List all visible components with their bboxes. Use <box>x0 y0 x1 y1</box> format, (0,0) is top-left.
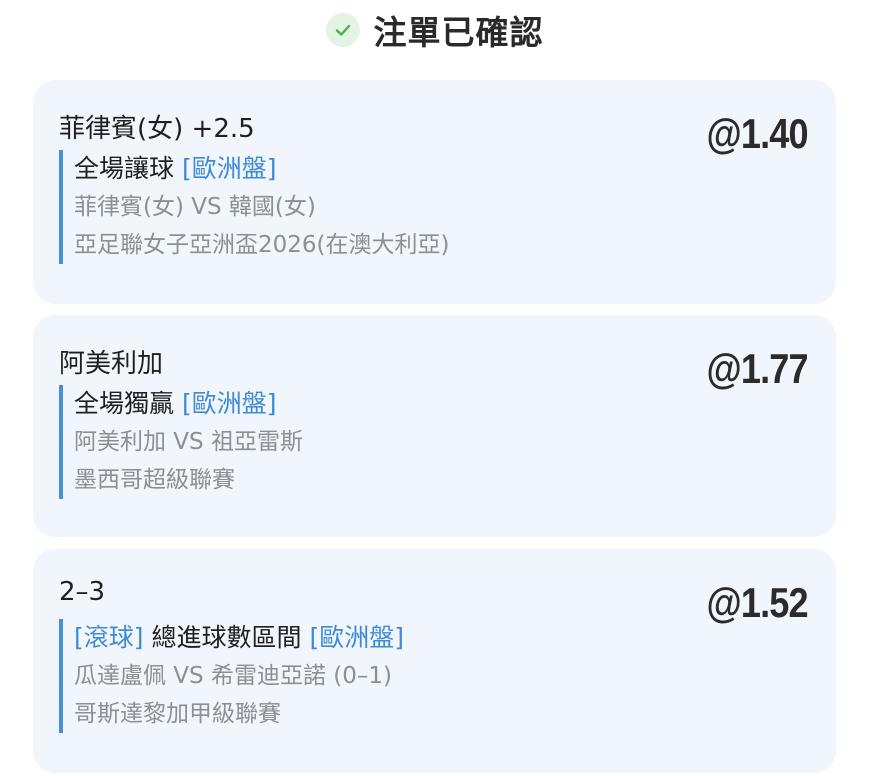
bet-market-line: 全場讓球 [歐洲盤] <box>74 150 449 188</box>
bet-match: 菲律賓(女) VS 韓國(女) <box>74 194 316 220</box>
confirmation-header: 注單已確認 <box>0 0 869 60</box>
check-circle-icon <box>325 13 360 47</box>
bet-odds: @1.40 <box>706 110 809 157</box>
bet-match: 瓜達盧佩 VS 希雷迪亞諾 (0–1) <box>74 663 392 689</box>
bet-league: 墨西哥超級聯賽 <box>74 467 235 493</box>
bet-card: 2–3 @1.52 [滾球] 總進球數區間 [歐洲盤] 瓜達盧佩 VS 希雷迪亞… <box>33 549 836 773</box>
bet-selection: 阿美利加 <box>59 349 164 379</box>
odds-type-tag: [歐洲盤] <box>309 623 404 652</box>
bet-details: 全場讓球 [歐洲盤] 菲律賓(女) VS 韓國(女) 亞足聯女子亞洲盃2026(… <box>59 150 449 264</box>
bet-selection: 2–3 <box>59 577 106 607</box>
odds-type-tag: [歐洲盤] <box>181 389 277 418</box>
bet-details: 全場獨贏 [歐洲盤] 阿美利加 VS 祖亞雷斯 墨西哥超級聯賽 <box>59 385 303 499</box>
bet-market: 總進球數區間 <box>151 623 302 652</box>
bet-market-line: 全場獨贏 [歐洲盤] <box>74 385 303 423</box>
bet-odds: @1.52 <box>706 579 809 626</box>
bet-market: 全場獨贏 <box>74 389 175 418</box>
bet-league: 亞足聯女子亞洲盃2026(在澳大利亞) <box>74 232 450 258</box>
bet-card: 阿美利加 @1.77 全場獨贏 [歐洲盤] 阿美利加 VS 祖亞雷斯 墨西哥超級… <box>33 315 836 537</box>
page-title: 注單已確認 <box>373 13 544 52</box>
bet-details: [滾球] 總進球數區間 [歐洲盤] 瓜達盧佩 VS 希雷迪亞諾 (0–1) 哥斯… <box>59 619 404 733</box>
bet-odds: @1.77 <box>706 345 809 392</box>
bet-card: 菲律賓(女) +2.5 @1.40 全場讓球 [歐洲盤] 菲律賓(女) VS 韓… <box>33 80 836 304</box>
odds-type-tag: [歐洲盤] <box>181 154 277 183</box>
bet-match: 阿美利加 VS 祖亞雷斯 <box>74 429 303 455</box>
bet-market: 全場讓球 <box>74 154 175 183</box>
bet-league: 哥斯達黎加甲級聯賽 <box>74 701 281 727</box>
bet-market-line: [滾球] 總進球數區間 [歐洲盤] <box>74 619 404 657</box>
bet-confirmation-sheet: 注單已確認 菲律賓(女) +2.5 @1.40 全場讓球 [歐洲盤] 菲律賓(女… <box>0 0 869 776</box>
live-tag: [滾球] <box>74 623 144 652</box>
bet-selection: 菲律賓(女) +2.5 <box>59 114 255 144</box>
